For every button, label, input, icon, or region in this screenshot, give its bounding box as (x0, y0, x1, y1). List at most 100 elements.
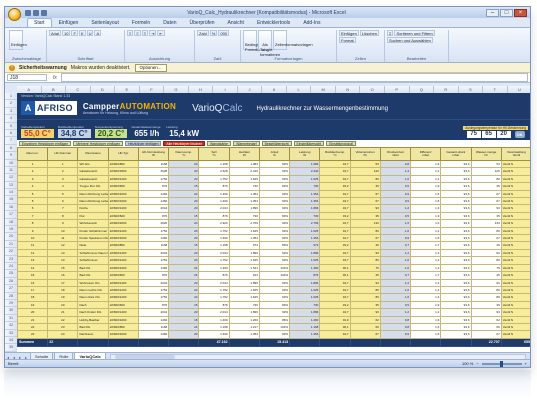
table-cell[interactable]: 9 (16, 226, 49, 236)
table-cell[interactable]: 22/600/1200 (107, 256, 139, 265)
table-cell[interactable]: 1,2 (379, 308, 412, 317)
column-header[interactable]: G (164, 86, 189, 93)
table-cell[interactable]: Ventil N (500, 293, 530, 302)
table-cell[interactable]: 93,6 (440, 263, 472, 273)
ribbon-button[interactable]: Bedingte Formatierung (243, 30, 269, 52)
table-cell[interactable]: 0,9 (379, 234, 412, 243)
table-cell[interactable]: Küche (77, 204, 109, 213)
table-cell[interactable]: 20 (168, 226, 200, 236)
table-cell[interactable]: Gästebereich (77, 174, 109, 184)
zoom-in-icon[interactable]: + (525, 361, 527, 366)
table-cell[interactable]: 1,4 (379, 167, 412, 176)
ribbon-button[interactable]: Sortieren und Filtern (394, 30, 435, 36)
table-cell[interactable]: 4 (16, 182, 49, 191)
sum-cell[interactable]: 22.707 (470, 337, 502, 347)
table-cell[interactable]: 3 (16, 174, 49, 184)
table-cell[interactable]: 34,7 (319, 308, 351, 317)
table-cell[interactable]: 15 (168, 182, 200, 191)
table-cell[interactable]: 20 (168, 330, 200, 339)
table-cell[interactable]: 876 (137, 300, 170, 310)
table-cell[interactable]: 93% (258, 234, 291, 243)
table-cell[interactable]: 876 (137, 211, 170, 221)
table-cell[interactable]: 1.354 (289, 189, 321, 199)
ribbon-button[interactable]: Suchen und Auswählen (387, 37, 433, 43)
table-cell[interactable]: 1.896 (289, 248, 321, 258)
table-cell[interactable]: Bad DG (77, 322, 109, 332)
table-cell[interactable]: 730 (289, 182, 321, 191)
table-cell[interactable]: 1.752 (198, 285, 230, 295)
table-cell[interactable]: Ventil N (500, 271, 530, 280)
table-cell[interactable]: 876 (289, 271, 321, 280)
table-cell[interactable]: 34,7 (319, 174, 351, 184)
table-cell[interactable]: 67 (470, 189, 502, 199)
table-cell[interactable]: 730 (289, 300, 321, 310)
table-cell[interactable]: 1,4 (410, 285, 442, 295)
table-cell[interactable]: 24 (168, 322, 200, 332)
table-cell[interactable]: 15 (168, 300, 200, 310)
table-cell[interactable]: 2.044 (198, 308, 230, 317)
table-cell[interactable]: 3 (47, 174, 79, 184)
table-cell[interactable]: 93,6 (440, 278, 472, 287)
table-cell[interactable]: 1.354 (289, 330, 321, 339)
sum-cell[interactable] (228, 337, 260, 347)
table-cell[interactable]: 0,7 (379, 271, 412, 280)
table-cell[interactable]: 45 (470, 271, 502, 280)
table-cell[interactable]: 93% (258, 219, 291, 228)
table-cell[interactable]: 2044 (137, 308, 170, 317)
ribbon-tab[interactable]: Formeln (126, 19, 156, 27)
maximize-button[interactable]: □ (500, 8, 513, 17)
table-cell[interactable]: 1,2 (379, 204, 412, 213)
row-header[interactable]: 10 (5, 160, 17, 167)
table-cell[interactable]: Kinder Spielraum OG (77, 234, 109, 243)
row-header[interactable]: 35 (5, 344, 17, 352)
table-cell[interactable]: Kinder Schlafzimmer (77, 226, 109, 236)
table-cell[interactable]: 20 (168, 167, 200, 176)
table-cell[interactable]: 16 (47, 271, 79, 280)
table-cell[interactable]: 93% (258, 174, 291, 184)
table-cell[interactable]: 93 (470, 308, 502, 317)
table-cell[interactable]: 1,3 (410, 248, 442, 258)
table-cell[interactable]: 12 (47, 241, 79, 250)
table-cell[interactable]: 35 (349, 300, 381, 310)
table-cell[interactable]: 93,6 (440, 322, 472, 332)
table-cell[interactable]: 33,2 (319, 211, 351, 221)
table-cell[interactable]: 20 (168, 204, 200, 213)
table-cell[interactable]: 20 (168, 308, 200, 317)
table-cell[interactable]: 34,7 (319, 167, 351, 176)
table-cell[interactable]: 1168 (137, 241, 170, 250)
sum-cell[interactable]: Summen (16, 337, 49, 347)
table-cell[interactable]: Wohnraum OG (77, 278, 109, 287)
table-cell[interactable]: 1752 (137, 256, 170, 265)
table-cell[interactable]: 62 (470, 315, 502, 324)
table-cell[interactable]: 20 (168, 278, 200, 287)
ribbon-button[interactable]: K (78, 30, 86, 36)
ribbon-button[interactable]: ⇥ (149, 30, 157, 36)
table-cell[interactable]: 35 (470, 300, 502, 310)
ribbon-button[interactable]: Format (339, 37, 356, 43)
row-header[interactable]: 27 (5, 285, 17, 293)
table-cell[interactable]: Ventil N (500, 204, 530, 213)
table-cell[interactable]: 1.896 (228, 278, 260, 287)
table-cell[interactable]: 22/600/1200 (107, 226, 139, 236)
table-cell[interactable]: 21 (16, 315, 49, 324)
table-cell[interactable]: 22/600/600 (107, 300, 139, 310)
close-button[interactable]: × (514, 8, 527, 17)
table-cell[interactable]: 13 (47, 248, 79, 258)
table-cell[interactable]: 1,5 (410, 330, 442, 339)
table-cell[interactable]: 80 (349, 293, 381, 302)
table-cell[interactable]: 2.709 (228, 219, 260, 228)
row-header[interactable]: 29 (5, 300, 17, 308)
table-cell[interactable]: Dach Kinder DG (77, 308, 109, 317)
row-header[interactable]: 7 (5, 137, 17, 145)
ribbon-button[interactable]: U (86, 30, 94, 36)
table-cell[interactable]: Treppe Flur OG (77, 182, 109, 191)
table-cell[interactable]: 36,1 (319, 263, 351, 273)
table-cell[interactable]: 93% (258, 278, 291, 287)
undo-icon[interactable] (33, 9, 39, 16)
table-cell[interactable]: 20 (168, 197, 200, 206)
table-cell[interactable]: 1460 (137, 315, 170, 324)
table-cell[interactable]: 86% (258, 315, 291, 324)
table-cell[interactable]: Schlafzimmer Raum OG (77, 248, 109, 258)
table-cell[interactable]: 2 (47, 167, 79, 176)
sum-cell[interactable] (379, 337, 412, 347)
